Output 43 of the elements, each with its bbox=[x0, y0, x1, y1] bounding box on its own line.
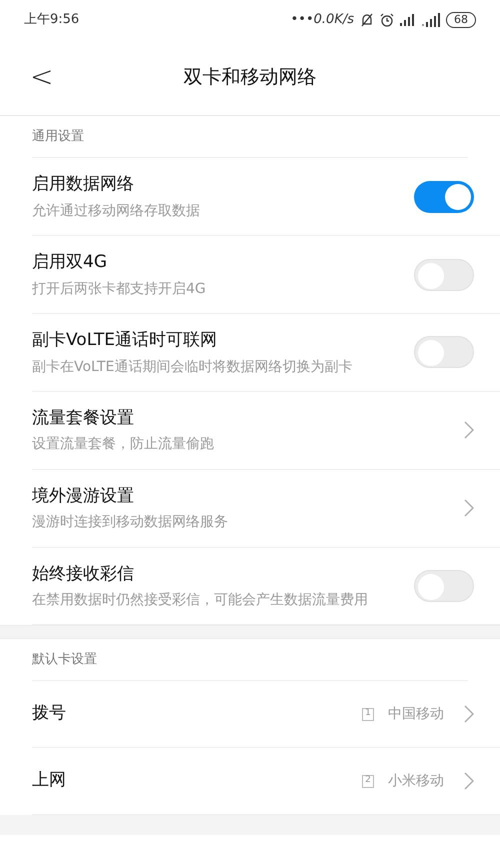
network-speed: •••0.0K/s bbox=[290, 11, 354, 30]
setting-description: 允许通过移动网络存取数据 bbox=[32, 202, 201, 221]
signal-icon bbox=[400, 14, 416, 26]
setting-title: 拨号 bbox=[32, 702, 67, 726]
setting-title: 上网 bbox=[32, 769, 67, 792]
section-header: 通用设置 bbox=[32, 128, 84, 146]
signal-icon bbox=[422, 13, 440, 27]
settings-row[interactable]: 启用数据网络 允许通过移动网络存取数据 bbox=[32, 158, 500, 236]
chevron-right-icon bbox=[464, 499, 474, 517]
settings-row[interactable]: 境外漫游设置 漫游时连接到移动数据网络服务 bbox=[32, 470, 500, 548]
settings-row[interactable]: 流量套餐设置 设置流量套餐，防止流量偷跑 bbox=[32, 392, 500, 470]
setting-title: 境外漫游设置 bbox=[32, 484, 135, 508]
toggle-switch[interactable] bbox=[414, 258, 474, 290]
setting-title: 副卡VoLTE通话时可联网 bbox=[32, 329, 218, 352]
status-time: 上午9:56 bbox=[24, 11, 80, 30]
battery-indicator: 68 bbox=[446, 12, 476, 28]
chevron-right-icon bbox=[464, 772, 474, 790]
chevron-right-icon bbox=[464, 705, 474, 723]
setting-title: 启用数据网络 bbox=[32, 173, 135, 196]
chevron-right-icon bbox=[464, 421, 474, 439]
bell-muted-icon bbox=[360, 13, 374, 27]
setting-title: 流量套餐设置 bbox=[32, 406, 135, 430]
setting-description: 设置流量套餐，防止流量偷跑 bbox=[32, 435, 215, 454]
alarm-icon bbox=[380, 13, 394, 27]
carrier-name: 中国移动 bbox=[388, 704, 444, 724]
setting-description: 打开后两张卡都支持开启4G bbox=[32, 280, 207, 299]
toggle-switch[interactable] bbox=[414, 336, 474, 368]
settings-row[interactable]: 启用双4G 打开后两张卡都支持开启4G bbox=[32, 236, 500, 314]
setting-title: 始终接收彩信 bbox=[32, 562, 135, 586]
section-header: 默认卡设置 bbox=[32, 650, 97, 669]
toggle-switch[interactable] bbox=[414, 180, 474, 212]
setting-description: 在禁用数据时仍然接受彩信，可能会产生数据流量费用 bbox=[32, 591, 369, 610]
setting-title: 启用双4G bbox=[32, 251, 108, 274]
settings-row[interactable]: 副卡VoLTE通话时可联网 副卡在VoLTE通话期间会临时将数据网络切换为副卡 bbox=[32, 314, 500, 392]
sim-badge: 2 bbox=[362, 774, 374, 788]
carrier-name: 小米移动 bbox=[388, 772, 444, 790]
settings-row[interactable]: 拨号 1 中国移动 bbox=[32, 681, 500, 748]
setting-description: 副卡在VoLTE通话期间会临时将数据网络切换为副卡 bbox=[32, 358, 354, 376]
page-title: 双卡和移动网络 bbox=[184, 65, 316, 90]
setting-description: 漫游时连接到移动数据网络服务 bbox=[32, 513, 229, 532]
toggle-switch[interactable] bbox=[414, 570, 474, 602]
back-button[interactable]: < bbox=[30, 62, 54, 92]
sim-badge: 1 bbox=[362, 708, 374, 720]
